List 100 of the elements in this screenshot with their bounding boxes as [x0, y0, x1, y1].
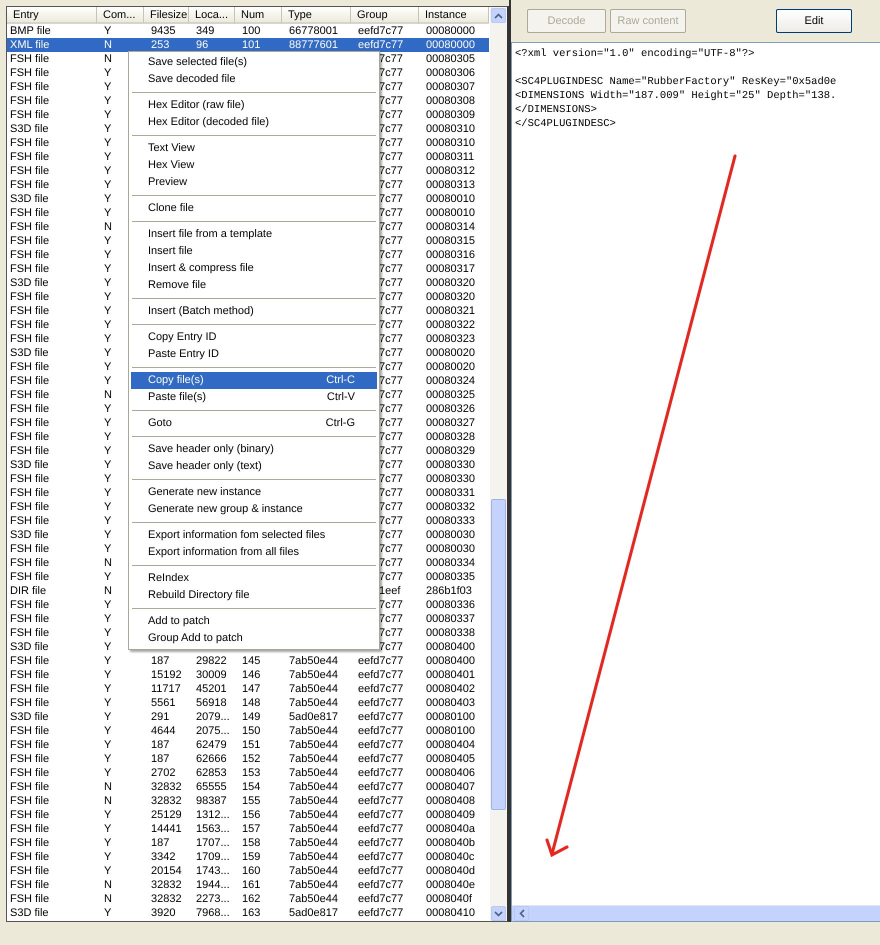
menu-item[interactable]: Insert file from a template [131, 226, 377, 243]
column-header[interactable]: Com... [97, 7, 144, 24]
table-cell-text: 00080322 [425, 318, 476, 332]
table-cell-text: 45201 [195, 682, 228, 696]
table-cell-text: 7ab50e44 [288, 738, 339, 752]
table-cell-text: 7ab50e44 [288, 850, 339, 864]
table-cell-text: S3D file [9, 906, 50, 920]
table-cell-text: FSH file [9, 444, 50, 458]
menu-item[interactable]: Remove file [131, 277, 377, 294]
menu-item[interactable]: Generate new instance [131, 484, 377, 501]
table-cell-text: 7ab50e44 [288, 724, 339, 738]
table-cell-text: 145 [241, 654, 262, 668]
table-cell-text: Y [103, 752, 112, 766]
table-cell-text: FSH file [9, 766, 50, 780]
menu-item[interactable]: Group Add to patch [131, 630, 377, 647]
table-cell-text: 00080010 [425, 206, 476, 220]
table-cell-text: 00080325 [425, 388, 476, 402]
menu-item[interactable]: Export information fom selected files [131, 527, 377, 544]
table-cell-text: Y [103, 472, 112, 486]
menu-item[interactable]: Add to patch [131, 613, 377, 630]
vertical-scrollbar[interactable] [490, 7, 507, 921]
table-cell-text: 7c77 [378, 318, 404, 332]
table-cell-text: FSH file [9, 878, 50, 892]
table-cell-text: N [103, 584, 113, 598]
column-header[interactable]: Num [235, 7, 282, 24]
menu-item[interactable]: Save header only (text) [131, 458, 377, 475]
table-cell-text: 349 [195, 24, 216, 38]
menu-item[interactable]: Export information from all files [131, 544, 377, 561]
table-cell-text: FSH file [9, 738, 50, 752]
menu-item[interactable]: Copy file(s) Ctrl-C [131, 372, 377, 389]
table-cell-text: 291 [150, 710, 170, 724]
menu-item[interactable]: Hex Editor (decoded file) [131, 114, 377, 131]
table-cell-text: 7ab50e44 [288, 668, 339, 682]
table-cell: 88777601 [282, 38, 351, 52]
menu-item[interactable]: Generate new group & instance [131, 501, 377, 518]
horizontal-scrollbar[interactable] [512, 905, 880, 921]
table-cell-text: FSH file [9, 612, 50, 626]
table-cell-text: 00080020 [425, 360, 476, 374]
scrollbar-thumb[interactable] [491, 499, 506, 810]
menu-item[interactable]: Insert file [131, 243, 377, 260]
table-cell-text: FSH file [9, 52, 50, 66]
column-header[interactable]: Type [282, 7, 351, 24]
menu-item[interactable]: Clone file [131, 200, 377, 217]
table-cell-text: FSH file [9, 136, 50, 150]
table-cell-text: eefd7c77 [357, 710, 404, 724]
menu-item[interactable]: Rebuild Directory file [131, 587, 377, 604]
table-cell-text: eefd7c77 [357, 696, 404, 710]
table-cell-text: 62479 [195, 738, 228, 752]
menu-item[interactable]: Save decoded file [131, 71, 377, 88]
table-cell-text: 157 [241, 822, 262, 836]
table-cell-text: FSH file [9, 752, 50, 766]
column-header[interactable]: Entry [7, 7, 97, 24]
scroll-up-icon[interactable] [491, 8, 506, 23]
table-cell-text: 1563... [195, 822, 231, 836]
table-cell-text: Y [103, 850, 112, 864]
table-cell-text: 162 [241, 892, 262, 906]
menu-item[interactable]: Save header only (binary) [131, 441, 377, 458]
table-cell-text: FSH file [9, 892, 50, 906]
table-cell-text: S3D file [9, 640, 50, 654]
toolbar-button[interactable]: Edit [776, 9, 852, 33]
table-cell-text: Y [103, 458, 112, 472]
table-cell-text: 3920 [150, 906, 176, 920]
menu-item[interactable]: ReIndex [131, 570, 377, 587]
table-cell-text: 7ab50e44 [288, 864, 339, 878]
table-cell-text: eefd7c77 [357, 878, 404, 892]
table-cell-text: FSH file [9, 822, 50, 836]
menu-item[interactable]: Hex Editor (raw file) [131, 97, 377, 114]
column-header[interactable]: Group [351, 7, 419, 24]
table-cell-text: 7c77 [378, 108, 404, 122]
table-cell-text: 00080409 [425, 808, 476, 822]
table-cell-text: 7c77 [378, 150, 404, 164]
table-cell-text: 00080330 [425, 472, 476, 486]
table-cell-text: 00080308 [425, 94, 476, 108]
menu-item[interactable]: Paste file(s) Ctrl-V [131, 389, 377, 406]
menu-item[interactable]: Save selected file(s) [131, 54, 377, 71]
column-header[interactable]: Filesize [144, 7, 189, 24]
table-cell-text: N [103, 556, 113, 570]
table-cell-text: eefd7c77 [357, 682, 404, 696]
table-cell-text: FSH file [9, 472, 50, 486]
menu-item[interactable]: Paste Entry ID [131, 346, 377, 363]
menu-item[interactable]: Copy Entry ID [131, 329, 377, 346]
table-cell-text: 187 [150, 752, 170, 766]
table-cell-text: 153 [241, 766, 262, 780]
table-cell-text: FSH file [9, 794, 50, 808]
table-cell-text: 150 [241, 724, 262, 738]
table-cell-text: 0008040f [425, 892, 473, 906]
scroll-left-icon[interactable] [514, 906, 529, 921]
menu-item[interactable]: Insert & compress file [131, 260, 377, 277]
column-header[interactable]: Instance [419, 7, 489, 24]
column-header[interactable]: Loca... [189, 7, 235, 24]
scroll-down-icon[interactable] [491, 906, 506, 921]
table-cell-text: eefd7c77 [357, 892, 404, 906]
menu-item[interactable]: Text View [131, 140, 377, 157]
menu-item[interactable]: Preview [131, 174, 377, 191]
menu-item[interactable]: Insert (Batch method) [131, 303, 377, 320]
menu-item[interactable]: Goto Ctrl-G [131, 415, 377, 432]
menu-item[interactable]: Hex View [131, 157, 377, 174]
table-cell-text: eefd7c77 [357, 780, 404, 794]
table-cell-text: 1944... [195, 878, 231, 892]
table-cell-text: FSH file [9, 388, 50, 402]
